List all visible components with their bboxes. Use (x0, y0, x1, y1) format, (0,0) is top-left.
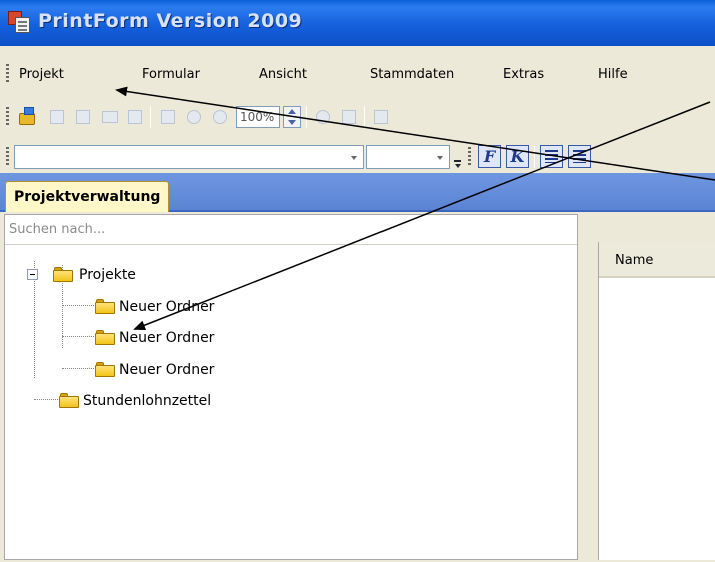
cut-icon (161, 110, 175, 124)
align-center-button[interactable] (568, 145, 591, 168)
page-button[interactable] (338, 106, 360, 128)
toolbar-separator (150, 106, 151, 128)
title-bar[interactable]: PrintForm Version 2009 (0, 0, 715, 46)
toolbar-separator (364, 106, 365, 128)
tree-node-neuer-ordner[interactable]: Neuer Ordner (119, 299, 214, 315)
menubar-grip[interactable] (6, 64, 9, 82)
tab-strip: Projektverwaltung (0, 173, 715, 213)
undo-icon (187, 110, 201, 124)
zoom-spinner[interactable] (283, 106, 301, 128)
tab-projektverwaltung[interactable]: Projektverwaltung (5, 181, 170, 213)
page-icon (342, 110, 356, 124)
menu-hilfe[interactable]: Hilfe (598, 67, 628, 82)
print-button[interactable] (98, 106, 120, 128)
edit-button[interactable] (72, 106, 94, 128)
format-toolbar: F K (0, 140, 715, 174)
menu-extras[interactable]: Extras (503, 67, 544, 82)
toolbar-overflow-icon[interactable] (454, 158, 462, 170)
tree-line (34, 399, 58, 400)
toolbar-separator (534, 146, 535, 168)
standard-toolbar: 100% (0, 100, 715, 134)
preview-icon (128, 110, 142, 124)
toolbar-grip[interactable] (468, 147, 471, 167)
project-tree-pane: Suchen nach... Projekte Neuer Ordner Neu… (4, 214, 578, 560)
zoom-field[interactable]: 100% (236, 106, 280, 128)
undo-button[interactable] (183, 106, 205, 128)
menu-stammdaten[interactable]: Stammdaten (370, 67, 454, 82)
menu-projekt[interactable]: Projekt (19, 67, 64, 82)
open-folder-icon (19, 107, 35, 125)
tree-line (62, 336, 94, 337)
menu-ansicht[interactable]: Ansicht (259, 67, 307, 82)
chevron-down-icon (437, 156, 443, 160)
application-window: PrintForm Version 2009 Projekt Formular … (0, 0, 715, 562)
toolbar-grip[interactable] (6, 147, 9, 167)
folder-icon (53, 267, 73, 282)
tree-line (62, 368, 94, 369)
table-icon (374, 110, 388, 124)
bold-button[interactable]: F (478, 145, 501, 168)
rotate-left-button[interactable] (312, 106, 334, 128)
folder-icon (95, 299, 115, 314)
font-size-combo[interactable] (366, 145, 450, 169)
table-button[interactable] (370, 106, 392, 128)
column-header-label: Name (615, 253, 654, 268)
toolbar-grip[interactable] (6, 107, 9, 127)
tree-line (62, 305, 94, 306)
tree-node-projekte[interactable]: Projekte (79, 267, 136, 283)
item-list-pane: Name (598, 242, 715, 560)
chevron-down-icon (351, 156, 357, 160)
font-name-combo[interactable] (14, 145, 364, 169)
folder-icon (59, 393, 79, 408)
tree-node-neuer-ordner[interactable]: Neuer Ordner (119, 330, 214, 346)
cut-button[interactable] (157, 106, 179, 128)
content-area: Suchen nach... Projekte Neuer Ordner Neu… (0, 212, 715, 562)
edit-icon (76, 110, 90, 124)
redo-button[interactable] (209, 106, 231, 128)
toolbar-separator (306, 106, 307, 128)
app-icon (8, 11, 31, 34)
menu-formular[interactable]: Formular (142, 67, 200, 82)
print-icon (102, 111, 118, 123)
search-input[interactable]: Suchen nach... (5, 215, 577, 245)
menu-bar: Projekt Formular Ansicht Stammdaten Extr… (0, 58, 715, 88)
save-button[interactable] (46, 106, 68, 128)
align-left-button[interactable] (540, 145, 563, 168)
column-header-name[interactable]: Name (599, 242, 715, 278)
rotate-left-icon (316, 110, 330, 124)
collapse-icon[interactable] (27, 269, 38, 280)
preview-button[interactable] (124, 106, 146, 128)
redo-icon (213, 110, 227, 124)
save-icon (50, 110, 64, 124)
project-tree: Projekte Neuer Ordner Neuer Ordner Neuer… (5, 245, 577, 555)
folder-icon (95, 362, 115, 377)
tree-node-neuer-ordner[interactable]: Neuer Ordner (119, 362, 214, 378)
folder-icon (95, 330, 115, 345)
open-project-button[interactable] (16, 106, 38, 128)
window-title: PrintForm Version 2009 (38, 10, 303, 32)
tree-node-stundenlohnzettel[interactable]: Stundenlohnzettel (83, 393, 211, 409)
search-placeholder: Suchen nach... (9, 222, 106, 237)
italic-button[interactable]: K (506, 145, 529, 168)
